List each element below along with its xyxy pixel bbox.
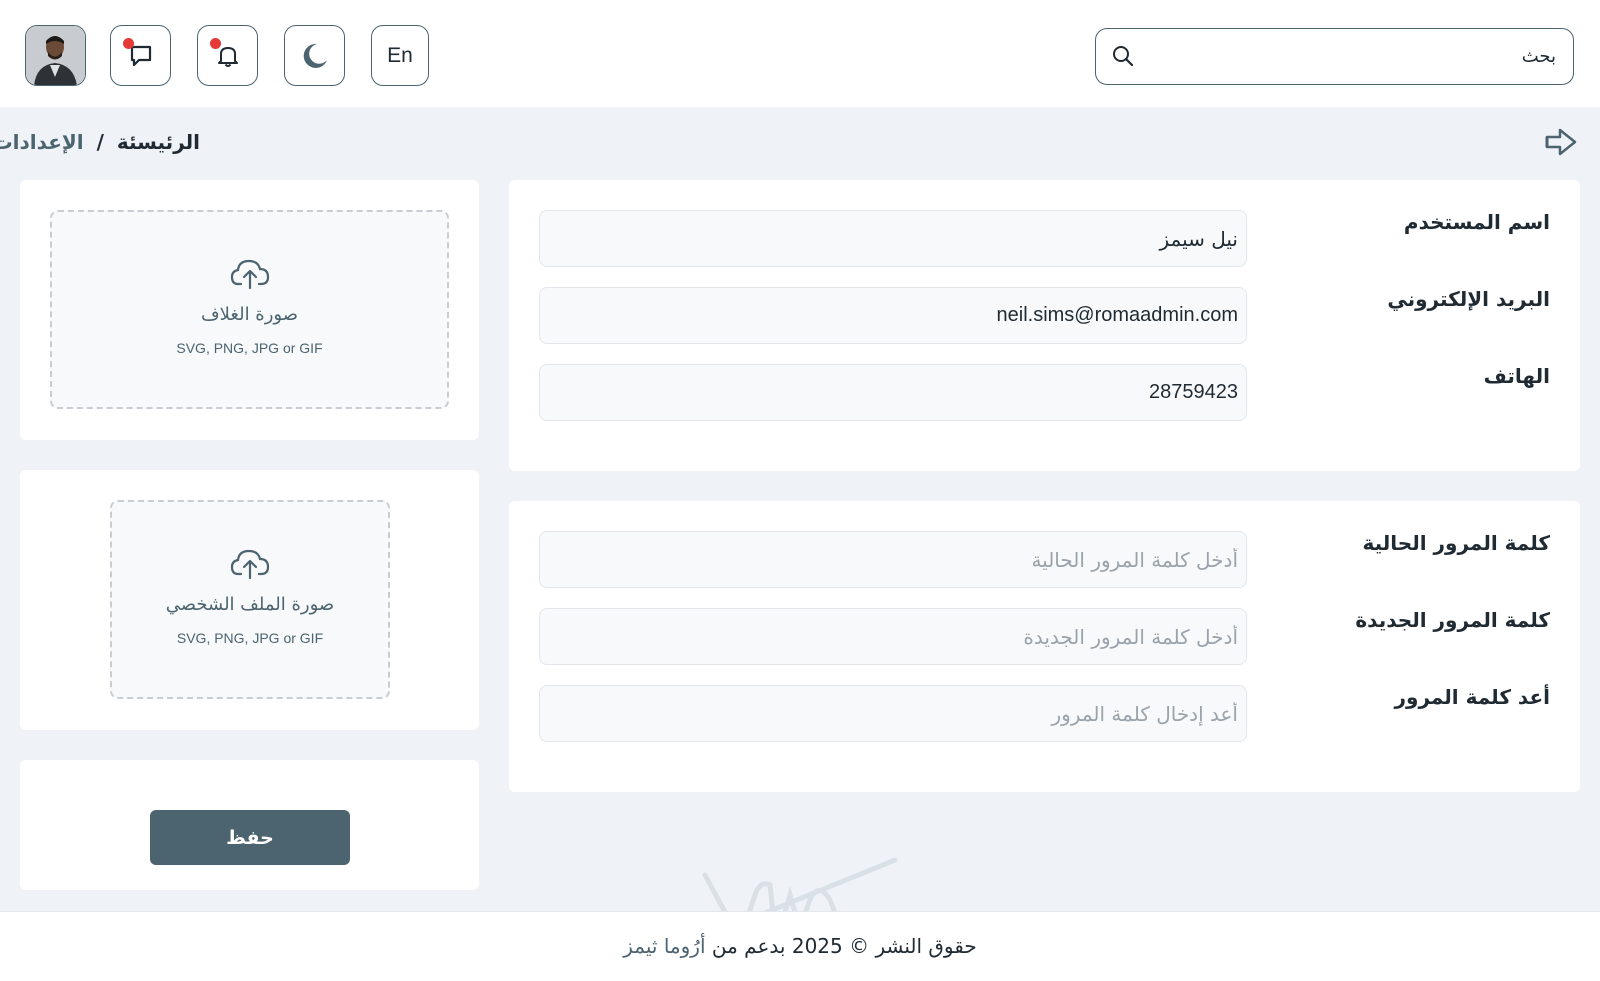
new-password-label: كلمة المرور الجديدة bbox=[1355, 608, 1550, 632]
new-password-row: كلمة المرور الجديدة bbox=[539, 608, 1550, 665]
search-input[interactable] bbox=[1146, 29, 1556, 84]
footer-copyright: حقوق النشر © 2025 بدعم من bbox=[711, 934, 977, 958]
footer: حقوق النشر © 2025 بدعم من أرُوما ثيمز bbox=[0, 911, 1600, 981]
moon-icon bbox=[303, 43, 327, 68]
email-row: البريد الإلكتروني bbox=[539, 287, 1550, 344]
cover-upload-card: صورة الغلاف SVG, PNG, JPG or GIF bbox=[20, 180, 479, 440]
profile-info-card: اسم المستخدم البريد الإلكتروني الهاتف bbox=[509, 180, 1580, 471]
cover-upload-formats: SVG, PNG, JPG or GIF bbox=[176, 340, 323, 356]
profile-dropzone[interactable]: صورة الملف الشخصي SVG, PNG, JPG or GIF bbox=[110, 500, 390, 699]
phone-input[interactable] bbox=[539, 364, 1247, 421]
breadcrumb-current: الإعدادات bbox=[0, 130, 84, 154]
current-password-row: كلمة المرور الحالية bbox=[539, 531, 1550, 588]
search-box bbox=[1095, 28, 1574, 85]
current-password-label: كلمة المرور الحالية bbox=[1362, 531, 1550, 555]
cover-upload-title: صورة الغلاف bbox=[201, 304, 298, 325]
profile-upload-title: صورة الملف الشخصي bbox=[165, 594, 335, 615]
notification-dot bbox=[210, 38, 221, 49]
top-header: En bbox=[0, 0, 1600, 107]
phone-row: الهاتف bbox=[539, 364, 1550, 421]
email-label: البريد الإلكتروني bbox=[1387, 287, 1550, 311]
notification-dot bbox=[123, 38, 134, 49]
back-arrow-icon[interactable] bbox=[1544, 127, 1578, 161]
avatar-image bbox=[26, 26, 85, 85]
current-password-input[interactable] bbox=[539, 531, 1247, 588]
profile-upload-card: صورة الملف الشخصي SVG, PNG, JPG or GIF bbox=[20, 470, 479, 730]
cover-dropzone[interactable]: صورة الغلاف SVG, PNG, JPG or GIF bbox=[50, 210, 449, 409]
breadcrumb: الرئيسئة / الإعدادات bbox=[0, 130, 200, 154]
profile-upload-formats: SVG, PNG, JPG or GIF bbox=[176, 630, 324, 646]
phone-label: الهاتف bbox=[1483, 364, 1550, 388]
language-button[interactable]: En bbox=[371, 25, 429, 86]
new-password-input[interactable] bbox=[539, 608, 1247, 665]
messages-button[interactable] bbox=[110, 25, 171, 86]
footer-brand-link[interactable]: أرُوما ثيمز bbox=[623, 934, 705, 958]
upload-cloud-icon bbox=[230, 259, 269, 290]
username-label: اسم المستخدم bbox=[1403, 210, 1550, 234]
breadcrumb-separator: / bbox=[96, 130, 104, 154]
confirm-password-row: أعد كلمة المرور bbox=[539, 685, 1550, 742]
avatar[interactable] bbox=[25, 25, 86, 86]
upload-cloud-icon bbox=[230, 549, 270, 580]
email-input[interactable] bbox=[539, 287, 1247, 344]
search-icon[interactable] bbox=[1112, 45, 1134, 71]
username-input[interactable] bbox=[539, 210, 1247, 267]
confirm-password-label: أعد كلمة المرور bbox=[1394, 685, 1551, 709]
breadcrumb-home[interactable]: الرئيسئة bbox=[117, 130, 200, 154]
confirm-password-input[interactable] bbox=[539, 685, 1247, 742]
footer-text: حقوق النشر © 2025 بدعم من أرُوما ثيمز bbox=[0, 934, 1600, 958]
theme-toggle-button[interactable] bbox=[284, 25, 345, 86]
password-card: كلمة المرور الحالية كلمة المرور الجديدة … bbox=[509, 501, 1580, 792]
save-card: حفظ bbox=[20, 760, 479, 890]
username-row: اسم المستخدم bbox=[539, 210, 1550, 267]
save-button[interactable]: حفظ bbox=[150, 810, 350, 865]
notifications-button[interactable] bbox=[197, 25, 258, 86]
